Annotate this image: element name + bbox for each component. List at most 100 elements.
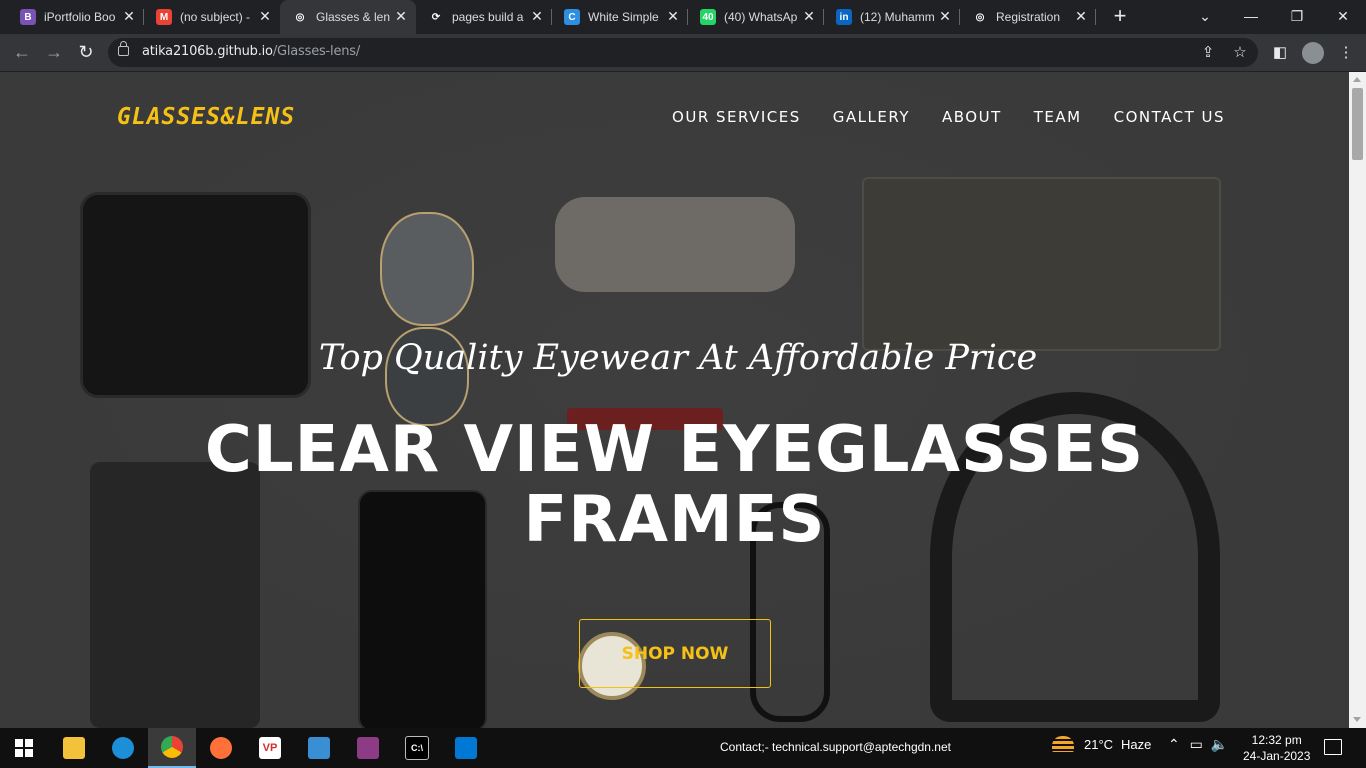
browser-tab[interactable]: BiPortfolio Boo ✕: [8, 0, 144, 34]
browser-tab[interactable]: M (no subject) - ✕: [144, 0, 280, 34]
browser-tab[interactable]: ⟳ pages build a ✕: [416, 0, 552, 34]
vp-icon: VP: [259, 737, 281, 759]
nav-gallery[interactable]: GALLERY: [833, 108, 910, 126]
chrome-icon: [161, 736, 183, 758]
browser-tab[interactable]: in (12) Muhamm ✕: [824, 0, 960, 34]
weather-condition: Haze: [1121, 736, 1152, 752]
minimize-button[interactable]: —: [1228, 0, 1274, 32]
menu-dots-icon[interactable]: ⋮: [1336, 42, 1356, 62]
firefox-icon: [210, 737, 232, 759]
scroll-down-arrow-icon[interactable]: [1353, 717, 1361, 722]
shop-now-button[interactable]: SHOP NOW: [579, 619, 771, 688]
tab-title: iPortfolio Boo: [44, 10, 116, 24]
notifications-icon[interactable]: [1324, 739, 1342, 755]
scrollbar-thumb[interactable]: [1352, 88, 1363, 160]
volume-icon[interactable]: 🔈: [1211, 736, 1228, 752]
firefox-button[interactable]: [197, 728, 245, 768]
system-tray: ⌃ ▭ 🔈: [1168, 736, 1228, 753]
github-actions-icon: ⟳: [428, 9, 444, 25]
bootstrap-icon: B: [20, 9, 36, 25]
tab-title: (no subject) -: [180, 10, 251, 24]
back-button[interactable]: ←: [8, 38, 36, 66]
restore-button[interactable]: ❐: [1274, 0, 1320, 32]
nav-contact-us[interactable]: CONTACT US: [1114, 108, 1225, 126]
folder-icon: [63, 737, 85, 759]
app-icon: [308, 737, 330, 759]
clock-time: 12:32 pm: [1251, 733, 1302, 747]
winrar-button[interactable]: [344, 728, 392, 768]
url-text[interactable]: atika2106b.github.io/Glasses-lens/: [142, 44, 360, 59]
terminal-button[interactable]: C:\: [393, 728, 441, 768]
profile-avatar[interactable]: [1302, 42, 1324, 64]
hero-subtitle: Top Quality Eyewear At Affordable Price: [318, 338, 1038, 378]
tab-title: pages build a: [452, 10, 524, 24]
hero-headline-line-2: FRAMES: [523, 483, 826, 557]
visual-paradigm-button[interactable]: VP: [246, 728, 294, 768]
tab-title: (12) Muhamm: [860, 10, 935, 24]
tray-chevron-up-icon[interactable]: ⌃: [1168, 736, 1180, 752]
browser-tab[interactable]: 40 (40) WhatsAp ✕: [688, 0, 824, 34]
page-scrollbar[interactable]: [1349, 72, 1366, 728]
taskbar-clock[interactable]: 12:32 pm 24-Jan-2023: [1243, 732, 1310, 764]
bookmark-star-icon[interactable]: ☆: [1230, 42, 1250, 62]
nav-team[interactable]: TEAM: [1034, 108, 1082, 126]
windows-logo-icon: [15, 739, 33, 757]
site-logo[interactable]: GLASSES&LENS: [117, 104, 295, 130]
temperature: 21°C: [1084, 736, 1114, 752]
whatsapp-icon: 40: [700, 9, 716, 25]
vscode-button[interactable]: [442, 728, 490, 768]
bow-tie-image: [555, 197, 795, 292]
taskbar-contact-text: Contact;- technical.support@aptechgdn.ne…: [720, 740, 951, 754]
new-tab-button[interactable]: +: [1108, 5, 1132, 29]
edge-button[interactable]: [99, 728, 147, 768]
nav-our-services[interactable]: OUR SERVICES: [672, 108, 801, 126]
address-bar[interactable]: atika2106b.github.io/Glasses-lens/ ⇪ ☆: [108, 38, 1258, 67]
globe-icon: ◎: [972, 9, 988, 25]
nav-about[interactable]: ABOUT: [942, 108, 1002, 126]
browser-tab[interactable]: C White Simple ✕: [552, 0, 688, 34]
linkedin-icon: in: [836, 9, 852, 25]
tab-search-icon[interactable]: ⌄: [1182, 0, 1228, 32]
tab-close-icon[interactable]: ✕: [666, 9, 680, 23]
tab-close-icon[interactable]: ✕: [122, 9, 136, 23]
side-panel-icon[interactable]: ◧: [1270, 42, 1290, 62]
weather-widget[interactable]: 21°C Haze: [1052, 736, 1151, 752]
app-button[interactable]: [295, 728, 343, 768]
winrar-icon: [357, 737, 379, 759]
tab-separator: [1095, 9, 1096, 25]
forward-button[interactable]: →: [40, 38, 68, 66]
chrome-button[interactable]: [148, 728, 196, 768]
notebook-image: [862, 177, 1221, 351]
tab-close-icon[interactable]: ✕: [938, 9, 952, 23]
hero-headline-line-1: CLEAR VIEW EYEGLASSES: [204, 413, 1145, 487]
lock-icon: [118, 41, 129, 56]
url-host: atika2106b.github.io: [142, 44, 273, 59]
windows-start-button[interactable]: [0, 728, 48, 768]
share-icon[interactable]: ⇪: [1198, 42, 1218, 62]
tab-title: White Simple: [588, 10, 659, 24]
browser-tab[interactable]: ◎ Glasses & len ✕: [280, 0, 416, 34]
browser-tab[interactable]: ◎ Registration ✕: [960, 0, 1096, 34]
edge-icon: [112, 737, 134, 759]
url-path: /Glasses-lens/: [272, 44, 361, 59]
tab-close-icon[interactable]: ✕: [258, 9, 272, 23]
canva-icon: C: [564, 9, 580, 25]
globe-icon: ◎: [292, 9, 308, 25]
file-explorer-button[interactable]: [50, 728, 98, 768]
tab-close-icon[interactable]: ✕: [530, 9, 544, 23]
aviator-sunglasses-image: [380, 212, 474, 326]
browser-toolbar: ← → ↻ atika2106b.github.io/Glasses-lens/…: [0, 34, 1366, 72]
tab-close-icon[interactable]: ✕: [394, 9, 408, 23]
reload-button[interactable]: ↻: [72, 38, 100, 66]
vscode-icon: [455, 737, 477, 759]
tab-title: Registration: [996, 10, 1061, 24]
browser-tab-strip: BiPortfolio Boo ✕ M (no subject) - ✕ ◎ Glasses…: [0, 0, 1366, 34]
terminal-icon: C:\: [405, 736, 429, 760]
tab-title: Glasses & len: [316, 10, 391, 24]
scroll-up-arrow-icon[interactable]: [1353, 77, 1361, 82]
tab-close-icon[interactable]: ✕: [802, 9, 816, 23]
network-icon[interactable]: ▭: [1190, 736, 1203, 752]
close-window-button[interactable]: ✕: [1320, 0, 1366, 32]
tab-close-icon[interactable]: ✕: [1074, 9, 1088, 23]
gmail-icon: M: [156, 9, 172, 25]
